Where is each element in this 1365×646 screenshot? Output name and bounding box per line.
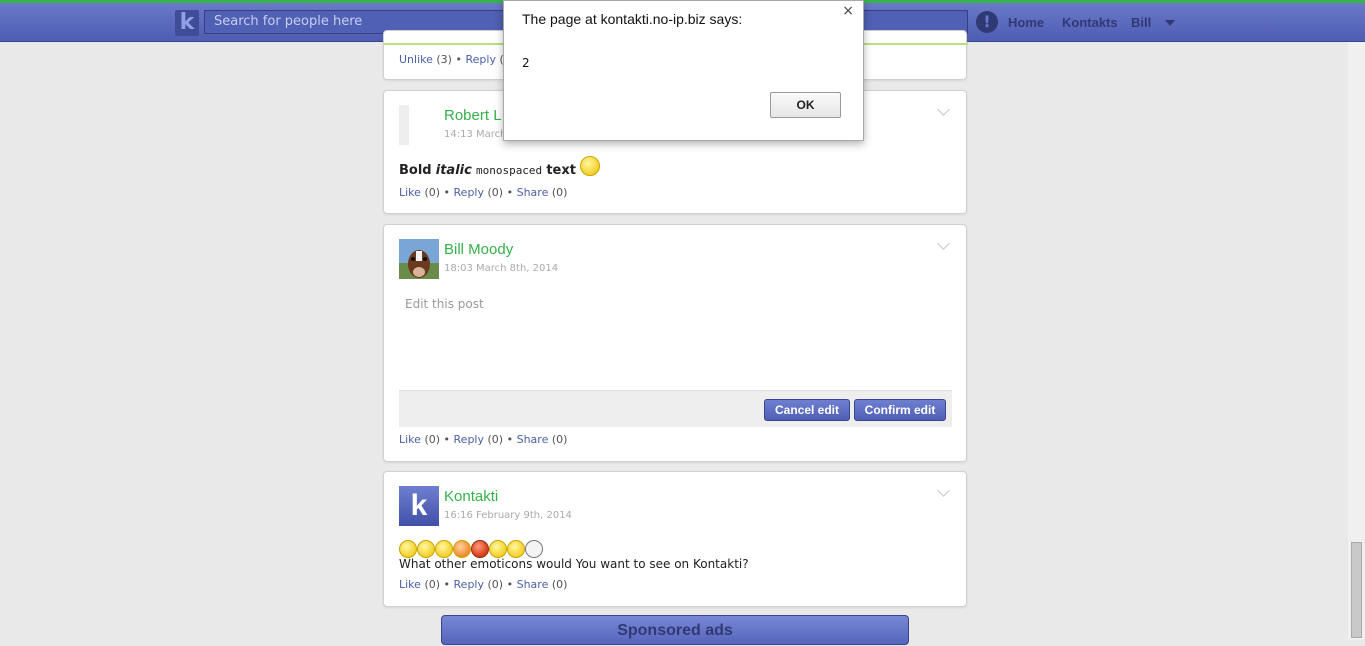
alert-dialog: The page at kontakti.no-ip.biz says: × 2… (503, 0, 864, 141)
like-link[interactable]: Like (399, 433, 421, 446)
share-link[interactable]: Share (517, 186, 549, 199)
avatar[interactable] (399, 105, 409, 145)
dialog-title: The page at kontakti.no-ip.biz says: (522, 11, 743, 27)
bold-text: Bold (399, 163, 432, 178)
chevron-down-icon[interactable] (1165, 20, 1175, 26)
close-icon[interactable]: × (842, 3, 854, 19)
sly-emoticon-icon (507, 539, 525, 558)
share-link[interactable]: Share (517, 433, 549, 446)
love-emoticon-icon (453, 539, 471, 558)
separator: • (455, 53, 462, 66)
reply-link[interactable]: Reply (454, 433, 484, 446)
troll-face-icon (525, 539, 543, 558)
ok-button[interactable]: OK (770, 92, 841, 118)
post-actions: Like (0) • Reply (0) • Share (0) (399, 186, 567, 199)
smiley-emoticon-icon (580, 155, 601, 176)
like-count: (0) (424, 578, 441, 591)
angry-emoticon-icon (471, 539, 489, 558)
edit-toolbar: Cancel edit Confirm edit (399, 390, 952, 427)
reply-link[interactable]: Reply (465, 53, 495, 66)
confirm-edit-button[interactable]: Confirm edit (854, 399, 946, 421)
avatar[interactable] (399, 239, 439, 279)
post-body: Bold italic monospaced text (399, 155, 601, 178)
reply-count: (0) (487, 578, 504, 591)
post-body: What other emoticons would You want to s… (399, 557, 749, 571)
chevron-down-icon[interactable] (937, 237, 950, 250)
separator: • (506, 186, 514, 199)
post-timestamp: 18:03 March 8th, 2014 (444, 263, 559, 274)
post-timestamp: 14:13 March (444, 129, 507, 140)
reply-count: (0) (487, 186, 504, 199)
sponsored-ads-header: Sponsored ads (441, 615, 909, 645)
sad-emoticon-icon (489, 539, 507, 558)
cancel-edit-button[interactable]: Cancel edit (764, 399, 850, 421)
like-link[interactable]: Like (399, 578, 421, 591)
nav-home-link[interactable]: Home (1008, 15, 1044, 30)
scrollbar-thumb[interactable] (1351, 542, 1362, 638)
share-count: (0) (551, 433, 568, 446)
emoticon-row (399, 538, 543, 558)
grin-emoticon-icon (399, 539, 417, 558)
post-author-link[interactable]: Kontakti (444, 488, 498, 505)
post-actions: Like (0) • Reply (0) • Share (0) (399, 578, 567, 591)
nav-kontakts-link[interactable]: Kontakts (1062, 15, 1118, 30)
like-link[interactable]: Like (399, 186, 421, 199)
reply-count: (0) (487, 433, 504, 446)
chevron-down-icon[interactable] (937, 484, 950, 497)
kontakti-avatar[interactable]: k (399, 486, 439, 526)
like-count: (0) (424, 433, 441, 446)
post-actions: Unlike (3) • Reply (0) (399, 53, 515, 66)
like-count: (3) (436, 53, 452, 66)
edit-post-textarea[interactable]: Edit this post (399, 291, 952, 389)
blush-emoticon-icon (435, 539, 453, 558)
italic-text: italic (435, 163, 472, 178)
notification-alert-icon[interactable]: ! (976, 11, 998, 33)
post-card: Bill Moody 18:03 March 8th, 2014 Edit th… (383, 224, 967, 462)
share-count: (0) (551, 186, 568, 199)
separator: • (443, 578, 451, 591)
unlike-link[interactable]: Unlike (399, 53, 433, 66)
share-link[interactable]: Share (517, 578, 549, 591)
monospaced-text: monospaced (475, 164, 543, 177)
post-card: k Kontakti 16:16 February 9th, 2014 What… (383, 471, 967, 607)
reply-link[interactable]: Reply (454, 186, 484, 199)
post-author-link[interactable]: Robert L (444, 107, 502, 124)
dialog-message: 2 (522, 56, 530, 70)
separator: • (443, 433, 451, 446)
nav-user-link[interactable]: Bill (1131, 15, 1151, 30)
post-author-link[interactable]: Bill Moody (444, 241, 513, 258)
separator: • (506, 578, 514, 591)
separator: • (506, 433, 514, 446)
smile-emoticon-icon (417, 539, 435, 558)
post-actions: Like (0) • Reply (0) • Share (0) (399, 433, 567, 446)
chevron-down-icon[interactable] (937, 103, 950, 116)
post-timestamp: 16:16 February 9th, 2014 (444, 510, 572, 521)
kontakti-logo[interactable]: k (175, 10, 199, 36)
share-count: (0) (551, 578, 568, 591)
plain-text: text (546, 163, 576, 178)
separator: • (443, 186, 451, 199)
like-count: (0) (424, 186, 441, 199)
reply-link[interactable]: Reply (454, 578, 484, 591)
